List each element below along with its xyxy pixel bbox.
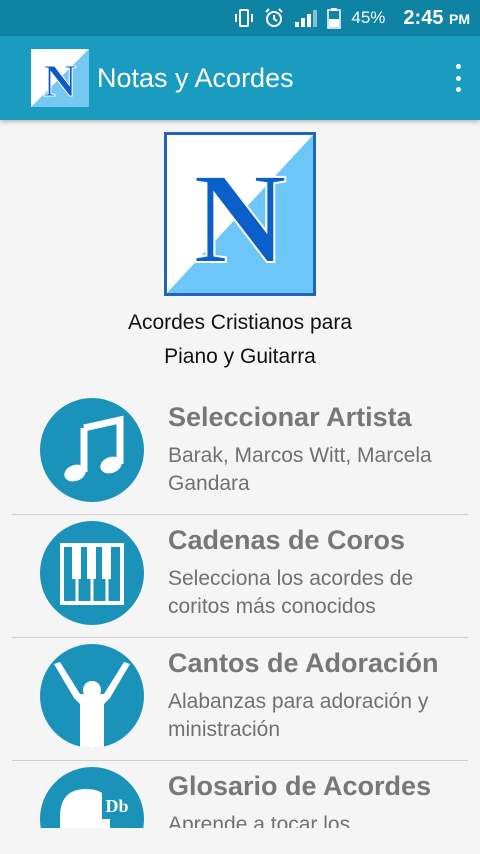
svg-text:N: N — [43, 55, 76, 106]
tagline: Acordes Cristianos para Piano y Guitarra — [127, 311, 353, 368]
menu-item-title: Glosario de Acordes — [168, 771, 432, 801]
menu-list: Seleccionar Artista Barak, Marcos Witt, … — [12, 392, 468, 828]
menu-item-subtitle: Selecciona los acordes de coritos más co… — [168, 567, 414, 618]
menu-item-subtitle: Barak, Marcos Witt, Marcela Gandara — [168, 444, 432, 495]
menu-item-glosario-de-acordes[interactable]: Db Glosario de Acordes Aprende a tocar l… — [12, 761, 468, 828]
menu-item-title: Cantos de Adoración — [168, 648, 439, 678]
menu-item-subtitle: Aprende a tocar los — [168, 813, 351, 828]
chord-db-icon: Db — [40, 767, 144, 828]
piano-keys-icon — [40, 521, 144, 625]
menu-item-subtitle: Alabanzas para adoración y ministración — [168, 690, 429, 741]
menu-item-seleccionar-artista[interactable]: Seleccionar Artista Barak, Marcos Witt, … — [12, 392, 468, 515]
menu-item-cantos-de-adoracion[interactable]: Cantos de Adoración Alabanzas para adora… — [12, 638, 468, 761]
app-bar: N Notas y Acordes — [0, 36, 480, 120]
signal-icon — [293, 7, 319, 29]
status-bar: 45% 2:45 PM — [0, 0, 480, 36]
menu-item-cadenas-de-coros[interactable]: Cadenas de Coros Selecciona los acordes … — [12, 515, 468, 638]
vibrate-icon — [233, 7, 255, 29]
menu-item-title: Seleccionar Artista — [168, 402, 412, 432]
menu-item-title: Cadenas de Coros — [168, 525, 406, 555]
battery-percent: 45% — [351, 8, 386, 27]
svg-text:Db: Db — [105, 796, 128, 816]
battery-icon — [327, 7, 342, 29]
overflow-menu-icon[interactable] — [450, 64, 466, 92]
clock: 2:45 PM — [403, 6, 470, 29]
app-title: Notas y Acordes — [97, 62, 294, 93]
music-note-icon — [40, 398, 144, 502]
hero-logo-icon: N — [164, 132, 316, 296]
svg-text:N: N — [193, 147, 287, 291]
worship-person-icon — [40, 644, 144, 748]
app-logo-icon: N — [31, 49, 89, 107]
alarm-icon — [263, 7, 285, 29]
